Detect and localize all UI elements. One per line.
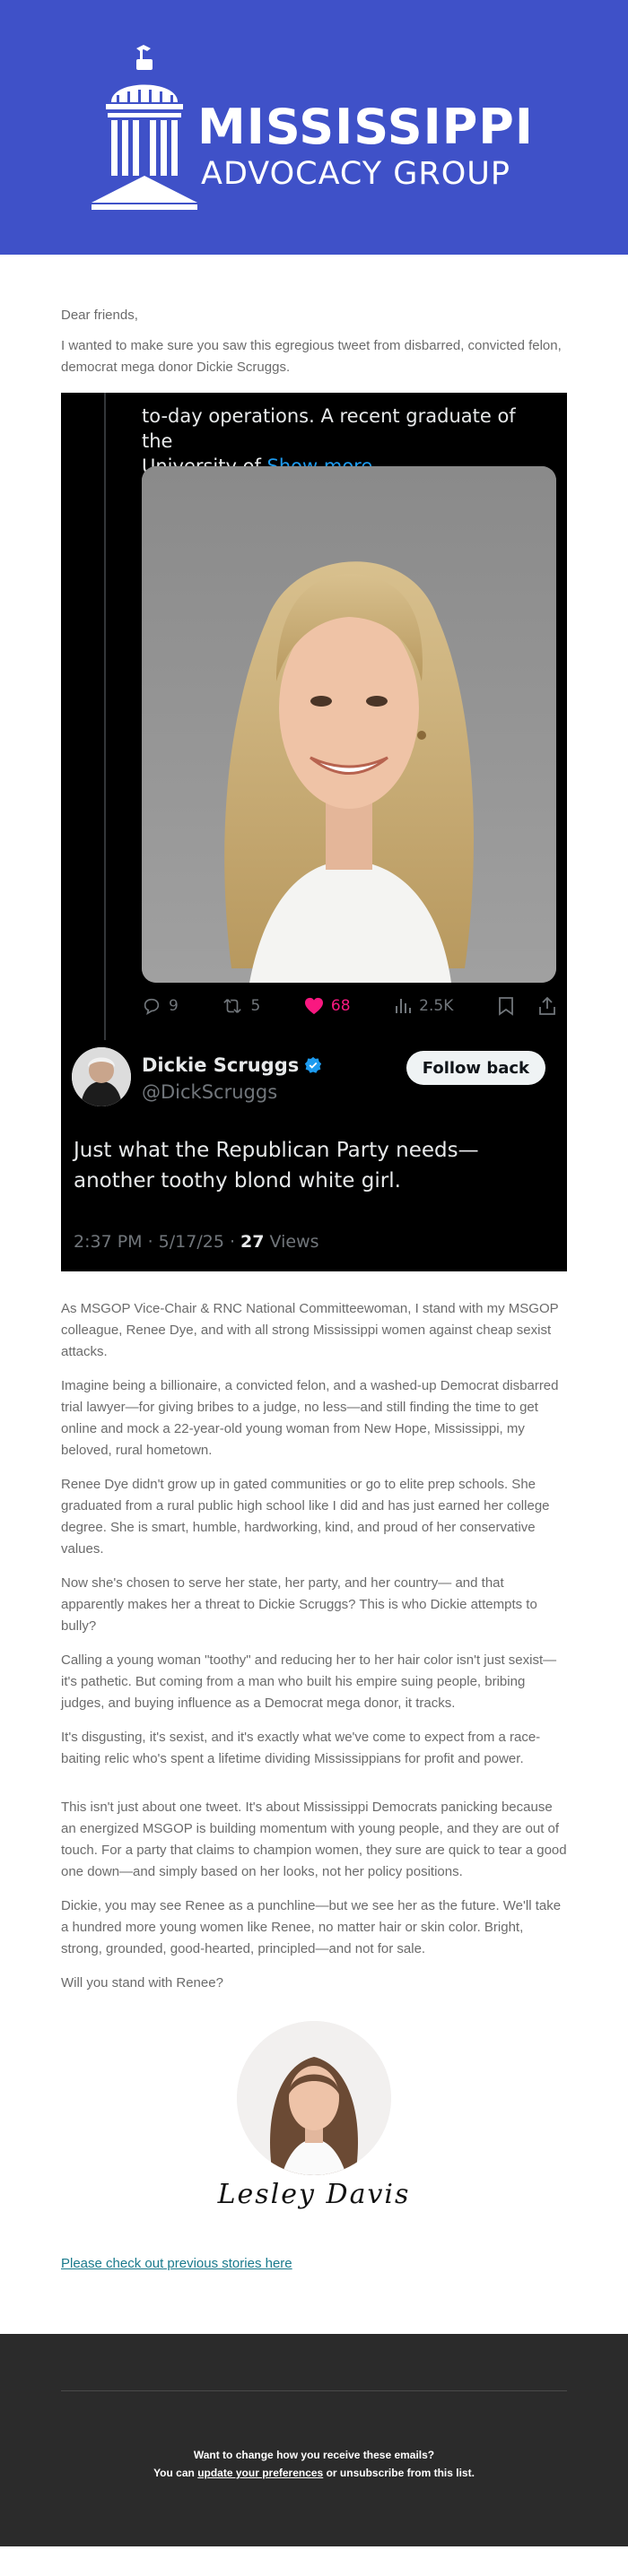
- follow-back-button[interactable]: Follow back: [406, 1051, 545, 1085]
- brand-title: MISSISSIPPI: [197, 99, 534, 155]
- signature-block: Lesley Davis: [61, 2021, 567, 2210]
- tweet-author: Dickie Scruggs @DickScruggs Follow back: [72, 1047, 556, 1110]
- like-count: 68: [330, 997, 351, 1015]
- signature-name: Lesley Davis: [217, 2179, 411, 2210]
- views-action[interactable]: 2.5K: [394, 997, 453, 1015]
- email-content: Dear friends, I wanted to make sure you …: [0, 255, 628, 2275]
- signer-photo: [237, 2021, 391, 2175]
- update-preferences-link[interactable]: update your preferences: [197, 2467, 323, 2479]
- signer-portrait: [237, 2021, 391, 2175]
- tweet-screenshot: to-day operations. A recent graduate of …: [61, 393, 567, 1271]
- portrait-illustration: [142, 466, 556, 983]
- reply-action[interactable]: 9: [142, 996, 179, 1016]
- footer-line2-prefix: You can: [153, 2467, 198, 2479]
- heart-icon: [304, 997, 323, 1015]
- intro-text: I wanted to make sure you saw this egreg…: [61, 338, 562, 375]
- body-paragraph: Calling a young woman "toothy" and reduc…: [61, 1652, 557, 1711]
- footer-line1: Want to change how you receive these ema…: [193, 2449, 435, 2461]
- footer-divider: [61, 2390, 567, 2391]
- email-footer: Want to change how you receive these ema…: [0, 2334, 628, 2546]
- bookmark-icon[interactable]: [497, 996, 515, 1016]
- repost-count: 5: [250, 997, 261, 1015]
- body-paragraph: Imagine being a billionaire, a convicted…: [61, 1378, 559, 1458]
- thread-line: [104, 393, 106, 1040]
- views-bar-chart-icon: [396, 999, 412, 1013]
- author-name[interactable]: Dickie Scruggs: [142, 1054, 322, 1076]
- right-actions: [497, 996, 556, 1016]
- tweet-meta: 2:37 PM · 5/17/25 · 27 Views: [74, 1232, 319, 1252]
- body-paragraph: As MSGOP Vice-Chair & RNC National Commi…: [61, 1301, 559, 1359]
- author-avatar-image: [72, 1047, 131, 1106]
- reply-icon: [144, 998, 160, 1015]
- capitol-logo-icon: [92, 45, 197, 210]
- previous-stories: Please check out previous stories here: [61, 2253, 567, 2275]
- repost-icon: [223, 999, 242, 1013]
- greeting-text: Dear friends,: [61, 308, 138, 323]
- views-count: 2.5K: [419, 997, 454, 1015]
- tweet-timestamp[interactable]: 2:37 PM · 5/17/25 ·: [74, 1232, 240, 1252]
- author-name-text: Dickie Scruggs: [142, 1054, 300, 1076]
- like-action[interactable]: 68: [304, 997, 351, 1015]
- share-icon[interactable]: [538, 996, 556, 1016]
- repost-action[interactable]: 5: [222, 996, 260, 1016]
- brand-logo[interactable]: MISSISSIPPI ADVOCACY GROUP: [90, 45, 547, 211]
- body-paragraph: This isn't just about one tweet. It's ab…: [61, 1800, 567, 1879]
- portrait-photo[interactable]: [142, 466, 556, 983]
- body-paragraph: Now she's chosen to serve her state, her…: [61, 1575, 537, 1634]
- author-handle[interactable]: @DickScruggs: [142, 1081, 277, 1103]
- tweet-views-count: 27: [240, 1232, 265, 1252]
- tweet-actions: 9 5 68 2.5K: [142, 995, 556, 1017]
- verified-badge-icon: [305, 1056, 322, 1073]
- brand-subtitle: ADVOCACY GROUP: [201, 156, 510, 192]
- body-paragraph: Renee Dye didn't grow up in gated commun…: [61, 1477, 550, 1557]
- tweet-body-text: Just what the Republican Party needs—ano…: [74, 1139, 479, 1193]
- reply-count: 9: [169, 997, 179, 1015]
- avatar[interactable]: [72, 1047, 131, 1106]
- footer-line2-suffix: or unsubscribe from this list.: [323, 2467, 475, 2479]
- quoted-text-cropped: to-day operations. A recent graduate of …: [142, 405, 516, 452]
- previous-stories-link[interactable]: Please check out previous stories here: [61, 2256, 292, 2271]
- body-paragraph: Will you stand with Renee?: [61, 1975, 223, 1991]
- body-paragraph: It's disgusting, it's sexist, and it's e…: [61, 1730, 541, 1766]
- footer-line2: You can update your preferences or unsub…: [0, 2464, 628, 2482]
- footer-text: Want to change how you receive these ema…: [0, 2446, 628, 2482]
- tweet-views-label: Views: [264, 1232, 319, 1252]
- email-header: MISSISSIPPI ADVOCACY GROUP: [0, 0, 628, 255]
- body-paragraph: Dickie, you may see Renee as a punchline…: [61, 1898, 562, 1956]
